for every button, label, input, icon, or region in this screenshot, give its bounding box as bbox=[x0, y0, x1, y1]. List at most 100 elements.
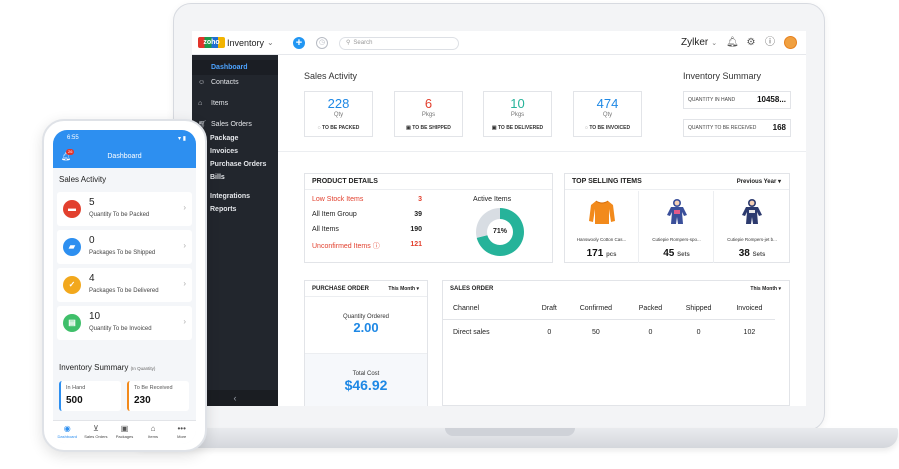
tab-items[interactable]: ⌂ Items bbox=[139, 421, 168, 444]
gear-icon[interactable]: ⚙ bbox=[745, 37, 757, 49]
low-stock-row[interactable]: Low Stock Items 3 bbox=[312, 196, 422, 206]
sales-activity-label: ◌ TO BE INVOICED bbox=[584, 125, 631, 131]
sales-activity-label: ▣ TO BE SHIPPED bbox=[406, 125, 451, 131]
top-selling-panel: TOP SELLING ITEMS Previous Year ▾ Hanswoo… bbox=[564, 173, 790, 263]
item-group-row[interactable]: All Item Group 39 bbox=[312, 211, 422, 221]
dashboard-main: Sales Activity 228 Qty ◌ TO BE PACKED 6 … bbox=[278, 55, 806, 406]
check-icon: ✓ bbox=[63, 276, 81, 294]
sales-activity-unit: Pkgs bbox=[510, 112, 525, 118]
inventory-summary-row: QUANTITY IN HAND 10458... bbox=[683, 91, 791, 109]
sales-activity-unit: Qty bbox=[602, 112, 613, 118]
total-cost: Total Cost $46.92 bbox=[344, 371, 388, 393]
box-icon: ▬ bbox=[63, 200, 81, 218]
panel-title: PRODUCT DETAILS bbox=[305, 174, 552, 190]
chevron-right-icon: › bbox=[183, 317, 186, 326]
top-bar: zoho Inventory ⌄ + ◷ ⚲ Search Zylker ⌄ 🔔︎ … bbox=[192, 31, 806, 55]
sales-order-panel: SALES ORDER This Month ▾ Channel Draft Co… bbox=[442, 280, 790, 406]
cart-icon: ⊻ bbox=[92, 424, 99, 433]
phone-activity-card[interactable]: ▤ 10 Quantity To be Invoiced › bbox=[57, 306, 192, 340]
phone-activity-card[interactable]: ▬ 5 Quantity To be Packed › bbox=[57, 192, 192, 226]
all-items-row[interactable]: All Items 190 bbox=[312, 226, 422, 236]
sales-activity-label: ▣ TO BE DELIVERED bbox=[491, 125, 544, 131]
active-items-percent: 71% bbox=[487, 219, 513, 245]
laptop-notch bbox=[445, 428, 575, 436]
panel-title: PURCHASE ORDER This Month ▾ bbox=[305, 281, 427, 297]
contacts-icon: ☺ bbox=[198, 79, 206, 86]
items-icon: ⌂ bbox=[198, 100, 203, 107]
sidebar-item-label: Dashboard bbox=[211, 64, 248, 71]
period-dropdown[interactable]: This Month ▾ bbox=[388, 281, 419, 297]
package-icon: ▣ bbox=[120, 424, 129, 433]
info-icon: ⓘ bbox=[372, 243, 380, 250]
sidebar-item-contacts[interactable]: ☺ Contacts bbox=[192, 75, 278, 90]
app-screen: zoho Inventory ⌄ + ◷ ⚲ Search Zylker ⌄ 🔔︎ … bbox=[192, 31, 806, 406]
unconfirmed-items-row[interactable]: Unconfirmed Items ⓘ 121 bbox=[312, 241, 422, 251]
phone-activity-card[interactable]: ✓ 4 Packages To be Delivered › bbox=[57, 268, 192, 302]
romper-image bbox=[742, 199, 762, 224]
table-row[interactable]: Direct sales 0 50 0 0 102 bbox=[443, 319, 775, 345]
tab-more[interactable]: ••• More bbox=[167, 421, 196, 444]
top-selling-item[interactable]: Cutiepie Rompers-spo... 45 Sets bbox=[640, 191, 714, 263]
avatar[interactable] bbox=[784, 36, 797, 49]
notifications-icon[interactable]: 🔔︎ bbox=[726, 37, 739, 49]
tab-dashboard[interactable]: ◉ Dashboard bbox=[53, 421, 82, 444]
quantity-ordered: Quantity Ordered 2.00 bbox=[342, 314, 390, 335]
period-dropdown[interactable]: Previous Year ▾ bbox=[737, 174, 781, 190]
sales-activity-card[interactable]: 10 Pkgs ▣ TO BE DELIVERED bbox=[483, 91, 552, 137]
phone-inventory-title: Inventory Summary (In Quantity) bbox=[59, 363, 156, 372]
invoice-icon: ▤ bbox=[63, 314, 81, 332]
phone-sales-activity-title: Sales Activity bbox=[59, 175, 107, 184]
more-icon: ••• bbox=[177, 424, 186, 433]
chevron-right-icon: › bbox=[183, 203, 186, 212]
recent-history-icon[interactable]: ◷ bbox=[316, 37, 328, 49]
panel-title: TOP SELLING ITEMS Previous Year ▾ bbox=[565, 174, 789, 190]
chevron-right-icon: › bbox=[183, 241, 186, 250]
period-dropdown[interactable]: This Month ▾ bbox=[750, 281, 781, 297]
help-icon[interactable]: ⓘ bbox=[764, 37, 776, 49]
phone-activity-card[interactable]: ▰ 0 Packages To be Shipped › bbox=[57, 230, 192, 264]
sales-activity-value: 474 bbox=[596, 96, 619, 111]
app-name: Inventory bbox=[227, 37, 265, 48]
items-icon: ⌂ bbox=[150, 424, 156, 433]
phone-frame: 6:55 ▾ ▮ 🔔︎ 26 Dashboard Sales Activity … bbox=[42, 119, 207, 452]
app-logo[interactable]: zoho Inventory ⌄ bbox=[198, 37, 274, 48]
phone-header: 6:55 ▾ ▮ 🔔︎ 26 Dashboard bbox=[53, 130, 196, 168]
dashboard-icon: ◉ bbox=[63, 424, 71, 433]
sales-activity-label: ◌ TO BE PACKED bbox=[317, 125, 360, 131]
org-switcher[interactable]: Zylker ⌄ bbox=[681, 37, 717, 48]
active-items-donut: 71% bbox=[476, 208, 524, 256]
search-input[interactable]: ⚲ Search bbox=[339, 37, 459, 50]
top-selling-item[interactable]: Cutiepie Rompers-jet b... 38 Sets bbox=[715, 191, 789, 263]
sidebar-item-sales-orders[interactable]: 🛒︎ Sales Orders bbox=[192, 117, 278, 132]
sidebar-item-label: Sales Orders bbox=[211, 121, 252, 128]
phone-inventory-card[interactable]: To Be Received 230 bbox=[127, 381, 189, 411]
sidebar-item-label: Items bbox=[211, 100, 229, 107]
tab-packages[interactable]: ▣ Packages bbox=[110, 421, 139, 444]
sales-activity-title: Sales Activity bbox=[304, 71, 358, 81]
active-items-label: Active Items bbox=[473, 196, 512, 203]
sales-activity-card[interactable]: 474 Qty ◌ TO BE INVOICED bbox=[573, 91, 642, 137]
phone-inventory-card[interactable]: In Hand 500 bbox=[59, 381, 121, 411]
inventory-value: 168 bbox=[772, 123, 786, 132]
quick-create-button[interactable]: + bbox=[293, 37, 305, 49]
product-details-panel: PRODUCT DETAILS Low Stock Items 3 All Ite… bbox=[304, 173, 553, 263]
inventory-value: 10458... bbox=[757, 95, 786, 104]
sidebar-item-items[interactable]: ⌂ Items bbox=[192, 96, 278, 111]
sweater-image bbox=[588, 200, 615, 224]
panel-title: SALES ORDER This Month ▾ bbox=[443, 281, 789, 297]
top-selling-item[interactable]: Hanswooly Cotton Cas... 171 pcs bbox=[565, 191, 639, 263]
divider bbox=[278, 151, 806, 152]
phone-screen: 6:55 ▾ ▮ 🔔︎ 26 Dashboard Sales Activity … bbox=[53, 130, 196, 444]
sales-activity-card[interactable]: 6 Pkgs ▣ TO BE SHIPPED bbox=[394, 91, 463, 137]
sidebar-item-dashboard[interactable]: Dashboard bbox=[192, 60, 278, 75]
sidebar-item-label: Contacts bbox=[211, 79, 239, 86]
sales-activity-card[interactable]: 228 Qty ◌ TO BE PACKED bbox=[304, 91, 373, 137]
sales-activity-unit: Qty bbox=[333, 112, 344, 118]
truck-icon: ▰ bbox=[63, 238, 81, 256]
tab-sales-orders[interactable]: ⊻ Sales Orders bbox=[82, 421, 111, 444]
search-placeholder: Search bbox=[353, 40, 373, 46]
phone-tab-bar: ◉ Dashboard ⊻ Sales Orders ▣ Packages ⌂ Item… bbox=[53, 420, 196, 444]
org-name: Zylker bbox=[681, 37, 709, 48]
battery-icon: ▾ ▮ bbox=[178, 136, 186, 142]
sales-activity-value: 10 bbox=[510, 96, 525, 111]
